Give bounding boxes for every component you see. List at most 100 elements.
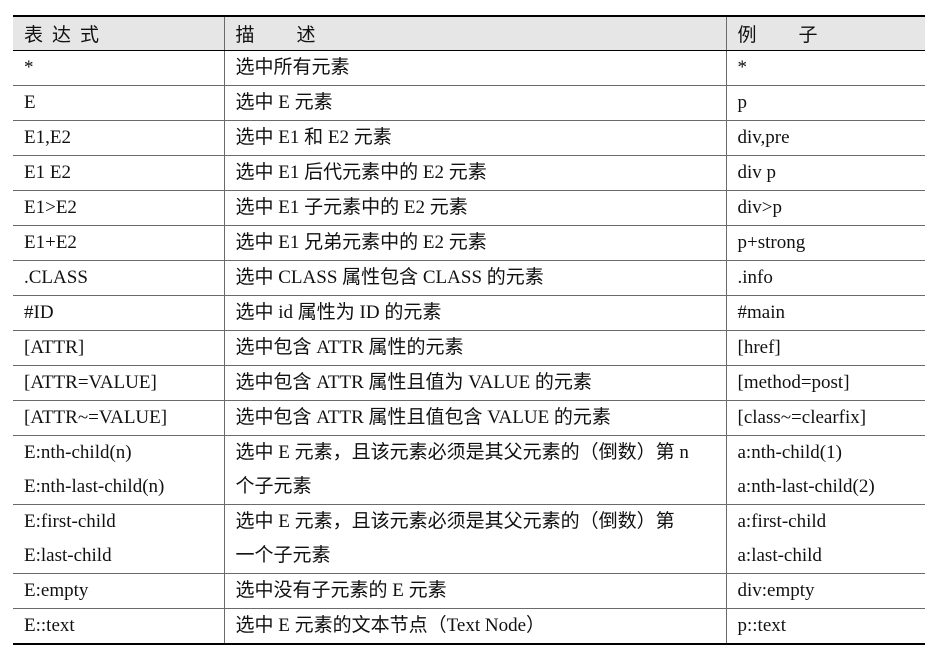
row-description: 选中 E1 子元素中的 E2 元素 [223,190,727,226]
row-expression-line: [ATTR] [24,336,85,358]
table-row: E1,E2 选中 E1 和 E2 元素 div,pre [13,120,925,156]
row-example-line: div>p [737,196,783,218]
row-example-line: div,pre [737,126,790,148]
table-row: #ID 选中 id 属性为 ID 的元素 #main [13,295,925,331]
row-description-line: 选中 E 元素，且该元素必须是其父元素的（倒数）第 [235,510,675,532]
row-expression: E:nth-child(n) E:nth-last-child(n) [13,435,225,505]
row-description-line: 选中 E1 和 E2 元素 [235,126,392,148]
header-description: 描述 [223,15,727,51]
row-description: 选中 E 元素 [223,85,727,121]
row-expression-line: #ID [24,301,54,323]
row-description-line: 选中 E1 后代元素中的 E2 元素 [235,161,487,183]
row-description-line: 选中 E1 兄弟元素中的 E2 元素 [235,231,487,253]
header-expression: 表达式 [13,15,225,51]
row-expression: .CLASS [13,260,225,296]
row-expression-line: E::text [24,614,75,636]
row-description: 选中没有子元素的 E 元素 [223,573,727,609]
row-expression-line: .CLASS [24,266,88,288]
row-expression-line: E1 E2 [24,161,71,183]
row-description: 选中包含 ATTR 属性的元素 [223,330,727,366]
selector-table: 表达式 描述 例子 * 选中所有元素 * E 选中 E 元素 p E1,E2 选中 E1 和 … [13,15,925,645]
table-row: E1>E2 选中 E1 子元素中的 E2 元素 div>p [13,190,925,226]
row-example-line: [class~=clearfix] [737,406,867,428]
table-row: E:nth-child(n) E:nth-last-child(n) 选中 E 元素… [13,435,925,505]
row-expression: [ATTR~=VALUE] [13,400,225,436]
row-description: 选中 id 属性为 ID 的元素 [223,295,727,331]
row-description: 选中 E 元素，且该元素必须是其父元素的（倒数）第 一个子元素 [223,504,727,574]
table-row: E:first-child E:last-child 选中 E 元素，且该元素必须是… [13,504,925,574]
row-example-line: #main [737,301,786,323]
row-example-line: div p [737,161,777,183]
table-row: E1+E2 选中 E1 兄弟元素中的 E2 元素 p+strong [13,225,925,261]
table-row: [ATTR~=VALUE] 选中包含 ATTR 属性且值包含 VALUE 的元素 [… [13,400,925,436]
row-example-line: a:nth-child(1) [737,441,842,463]
row-expression: E1 E2 [13,155,225,191]
table-row: [ATTR] 选中包含 ATTR 属性的元素 [href] [13,330,925,366]
row-example: #main [725,295,925,331]
row-description: 选中 CLASS 属性包含 CLASS 的元素 [223,260,727,296]
row-description-line: 选中 E 元素的文本节点（Text Node） [235,614,546,636]
row-expression: E1+E2 [13,225,225,261]
row-description: 选中所有元素 [223,50,727,86]
row-example-line: .info [737,266,773,288]
row-example: div p [725,155,925,191]
row-description: 选中包含 ATTR 属性且值包含 VALUE 的元素 [223,400,727,436]
row-expression-line: * [24,56,34,78]
row-description-line: 选中 E 元素 [235,91,333,113]
table-row: [ATTR=VALUE] 选中包含 ATTR 属性且值为 VALUE 的元素 [me… [13,365,925,401]
row-example-line: p::text [737,614,787,636]
row-expression-line: [ATTR~=VALUE] [24,406,168,428]
row-example: p+strong [725,225,925,261]
row-description: 选中 E 元素的文本节点（Text Node） [223,608,727,645]
row-description-line: 一个子元素 [235,544,331,566]
row-example: p::text [725,608,925,645]
row-expression: E [13,85,225,121]
row-expression-line: E:nth-last-child(n) [24,475,165,497]
row-example: div,pre [725,120,925,156]
row-example: a:first-child a:last-child [725,504,925,574]
row-example: div>p [725,190,925,226]
row-description-line: 选中 E 元素，且该元素必须是其父元素的（倒数）第 n [235,441,689,463]
row-description-line: 选中没有子元素的 E 元素 [235,579,447,601]
row-example: .info [725,260,925,296]
row-example: * [725,50,925,86]
row-description: 选中包含 ATTR 属性且值为 VALUE 的元素 [223,365,727,401]
row-expression-line: E:empty [24,579,89,601]
row-example: [method=post] [725,365,925,401]
row-expression: * [13,50,225,86]
table-row: E:empty 选中没有子元素的 E 元素 div:empty [13,573,925,609]
row-expression: E::text [13,608,225,645]
row-example-line: div:empty [737,579,815,601]
table-row: E1 E2 选中 E1 后代元素中的 E2 元素 div p [13,155,925,191]
row-expression: E1>E2 [13,190,225,226]
row-description-line: 选中 id 属性为 ID 的元素 [235,301,442,323]
row-example-line: [method=post] [737,371,850,393]
row-description: 选中 E1 后代元素中的 E2 元素 [223,155,727,191]
row-expression: [ATTR=VALUE] [13,365,225,401]
row-expression: E1,E2 [13,120,225,156]
table-row: E 选中 E 元素 p [13,85,925,121]
header-example: 例子 [725,15,925,51]
row-example: div:empty [725,573,925,609]
row-expression-line: E:first-child [24,510,116,532]
row-example: [class~=clearfix] [725,400,925,436]
row-example: p [725,85,925,121]
row-description-line: 选中所有元素 [235,56,350,78]
row-description-line: 选中 CLASS 属性包含 CLASS 的元素 [235,266,544,288]
row-example-line: * [737,56,748,78]
table-row: .CLASS 选中 CLASS 属性包含 CLASS 的元素 .info [13,260,925,296]
row-description: 选中 E1 兄弟元素中的 E2 元素 [223,225,727,261]
row-expression-line: E:last-child [24,544,112,566]
row-example-line: a:last-child [737,544,822,566]
row-expression-line: E1>E2 [24,196,77,218]
row-description-line: 选中 E1 子元素中的 E2 元素 [235,196,468,218]
row-expression: E:empty [13,573,225,609]
row-description-line: 选中包含 ATTR 属性且值包含 VALUE 的元素 [235,406,611,428]
table-row: E::text 选中 E 元素的文本节点（Text Node） p::text [13,608,925,645]
row-expression-line: E:nth-child(n) [24,441,132,463]
row-description: 选中 E1 和 E2 元素 [223,120,727,156]
row-example-line: p [737,91,748,113]
row-example-line: p+strong [737,231,806,253]
row-expression: E:first-child E:last-child [13,504,225,574]
row-example-line: a:nth-last-child(2) [737,475,875,497]
